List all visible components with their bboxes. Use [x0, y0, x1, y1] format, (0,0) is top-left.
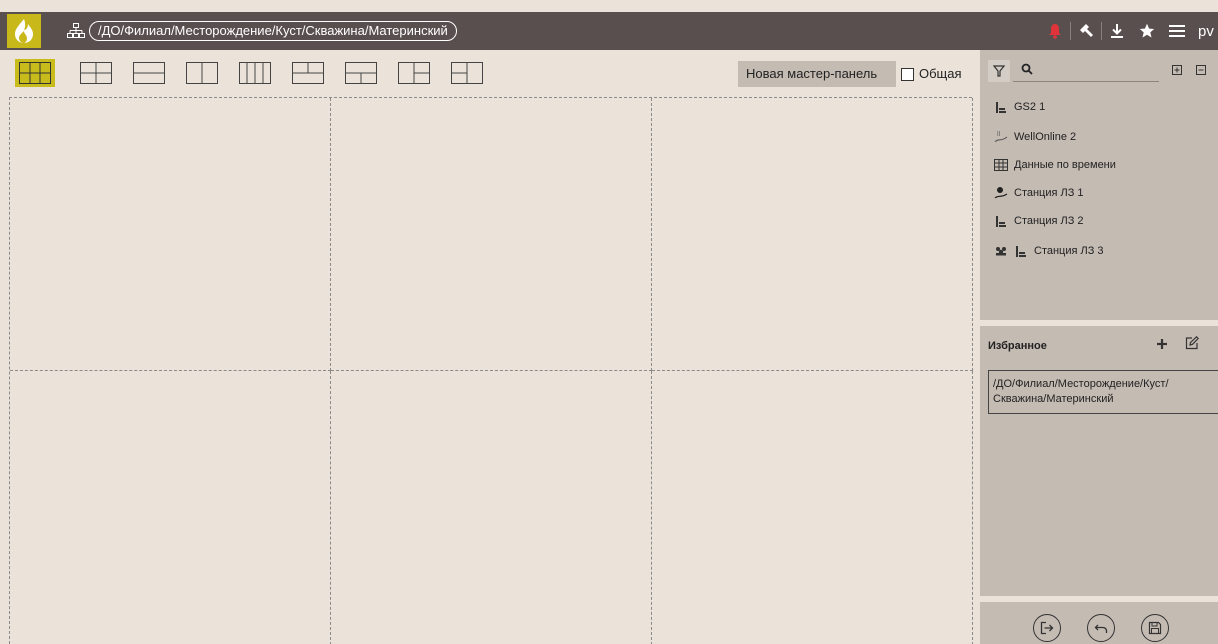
grid-cell[interactable] — [331, 98, 652, 371]
exit-button[interactable] — [1033, 614, 1061, 642]
layout-top1-bottom2-icon — [292, 62, 324, 84]
layout-top2-bottom1-icon — [345, 62, 377, 84]
tree-item-label: GS2 1 — [1014, 101, 1046, 113]
tree-item-station-lz-3[interactable]: Станция ЛЗ 3 — [994, 242, 1104, 260]
pump-jack-icon — [1014, 244, 1028, 258]
object-tree-panel: GS2 1 ll WellOnline 2 Данные по времени … — [980, 50, 1218, 320]
layout-top1-bottom2-button[interactable] — [288, 59, 328, 87]
edit-icon — [1185, 335, 1200, 350]
hierarchy-icon[interactable] — [67, 23, 85, 39]
hammer-icon — [1080, 24, 1093, 37]
svg-text:ll: ll — [997, 131, 1001, 138]
menu-button[interactable] — [1162, 12, 1192, 50]
favorite-item[interactable]: /ДО/Филиал/Месторождение/Куст/ Скважина/… — [988, 370, 1218, 414]
breadcrumb[interactable]: /ДО/Филиал/Месторождение/Куст/Скважина/М… — [89, 21, 457, 41]
header-actions: pv — [1040, 12, 1218, 50]
favorite-item-line: Скважина/Материнский — [993, 393, 1114, 405]
action-bar — [980, 602, 1218, 644]
tree-item-station-lz-2[interactable]: Станция ЛЗ 2 — [994, 212, 1084, 230]
group-icon — [994, 244, 1008, 258]
favorites-button[interactable] — [1132, 12, 1162, 50]
grid-cell[interactable] — [652, 98, 973, 371]
tools-button[interactable] — [1071, 12, 1101, 50]
flame-icon — [15, 19, 33, 43]
collapse-icon — [1196, 65, 1206, 75]
expand-icon — [1172, 65, 1182, 75]
layout-cols-2-button[interactable] — [182, 59, 222, 87]
notifications-button[interactable] — [1040, 12, 1070, 50]
layout-cols-2-icon — [186, 62, 218, 84]
layout-rows-2-icon — [133, 62, 165, 84]
layout-grid-2x2-button[interactable] — [76, 59, 116, 87]
user-name[interactable]: pv — [1192, 23, 1218, 40]
dashboard-grid — [9, 97, 973, 644]
common-checkbox-label: Общая — [919, 66, 962, 81]
tree-toolbar — [980, 50, 1218, 94]
tree-item-label: Станция ЛЗ 2 — [1014, 215, 1084, 227]
favorites-title: Избранное — [988, 340, 1047, 352]
right-sidebar: GS2 1 ll WellOnline 2 Данные по времени … — [980, 50, 1218, 644]
layout-left2-right1-button[interactable] — [447, 59, 487, 87]
grid-cell[interactable] — [652, 371, 973, 644]
layout-grid-2x2-icon — [80, 62, 112, 84]
download-icon — [1111, 24, 1123, 38]
favorites-panel: Избранное /ДО/Филиал/Месторождение/Куст/… — [980, 326, 1218, 596]
expand-all-button[interactable] — [1169, 62, 1185, 78]
grid-cell[interactable] — [10, 371, 331, 644]
layout-grid-3x2-icon — [19, 62, 51, 84]
layout-left2-right1-icon — [451, 62, 483, 84]
grid-cell[interactable] — [331, 371, 652, 644]
tree-item-label: Данные по времени — [1014, 159, 1116, 171]
layout-rows-2-button[interactable] — [129, 59, 169, 87]
download-button[interactable] — [1102, 12, 1132, 50]
tree-item-wellonline-2[interactable]: ll WellOnline 2 — [994, 128, 1076, 146]
common-checkbox[interactable] — [901, 68, 914, 81]
layout-toolbar: Новая мастер-панель Общая — [0, 50, 980, 96]
tree-item-label: WellOnline 2 — [1014, 131, 1077, 143]
layout-top2-bottom1-button[interactable] — [341, 59, 381, 87]
layout-left1-right2-icon — [398, 62, 430, 84]
table-icon — [994, 158, 1008, 172]
search-icon — [1021, 63, 1033, 75]
grid-cell[interactable] — [10, 98, 331, 371]
pin-signal-icon — [994, 186, 1008, 200]
tree-item-station-lz-1[interactable]: Станция ЛЗ 1 — [994, 184, 1084, 202]
pump-jack-icon — [994, 100, 1008, 114]
bell-icon — [1049, 24, 1061, 39]
plus-icon — [1157, 339, 1167, 349]
save-icon — [1148, 621, 1162, 635]
tree-item-label: Станция ЛЗ 3 — [1034, 245, 1104, 257]
layout-grid-3x2-button[interactable] — [15, 59, 55, 87]
layout-left1-right2-button[interactable] — [394, 59, 434, 87]
layout-cols-4-button[interactable] — [235, 59, 275, 87]
filter-icon — [993, 65, 1005, 77]
add-favorite-button[interactable] — [1156, 334, 1172, 354]
collapse-all-button[interactable] — [1193, 62, 1209, 78]
search-input[interactable] — [1013, 60, 1159, 82]
menu-icon — [1169, 25, 1185, 37]
favorite-item-line: /ДО/Филиал/Месторождение/Куст/ — [993, 378, 1169, 390]
tree-item-time-data[interactable]: Данные по времени — [994, 156, 1116, 174]
edit-favorites-button[interactable] — [1185, 335, 1201, 352]
exit-icon — [1040, 621, 1054, 635]
app-logo[interactable] — [7, 14, 41, 48]
well-signal-icon: ll — [994, 130, 1008, 144]
layout-cols-4-icon — [239, 62, 271, 84]
star-icon — [1139, 23, 1155, 38]
pump-jack-icon — [994, 214, 1008, 228]
tree-item-gs2-1[interactable]: GS2 1 — [994, 98, 1045, 116]
undo-button[interactable] — [1087, 614, 1115, 642]
undo-icon — [1094, 624, 1108, 633]
save-button[interactable] — [1141, 614, 1169, 642]
panel-name-input[interactable]: Новая мастер-панель — [738, 61, 896, 87]
tree-item-label: Станция ЛЗ 1 — [1014, 187, 1084, 199]
top-bar: /ДО/Филиал/Месторождение/Куст/Скважина/М… — [0, 12, 1218, 50]
filter-button[interactable] — [988, 60, 1010, 82]
